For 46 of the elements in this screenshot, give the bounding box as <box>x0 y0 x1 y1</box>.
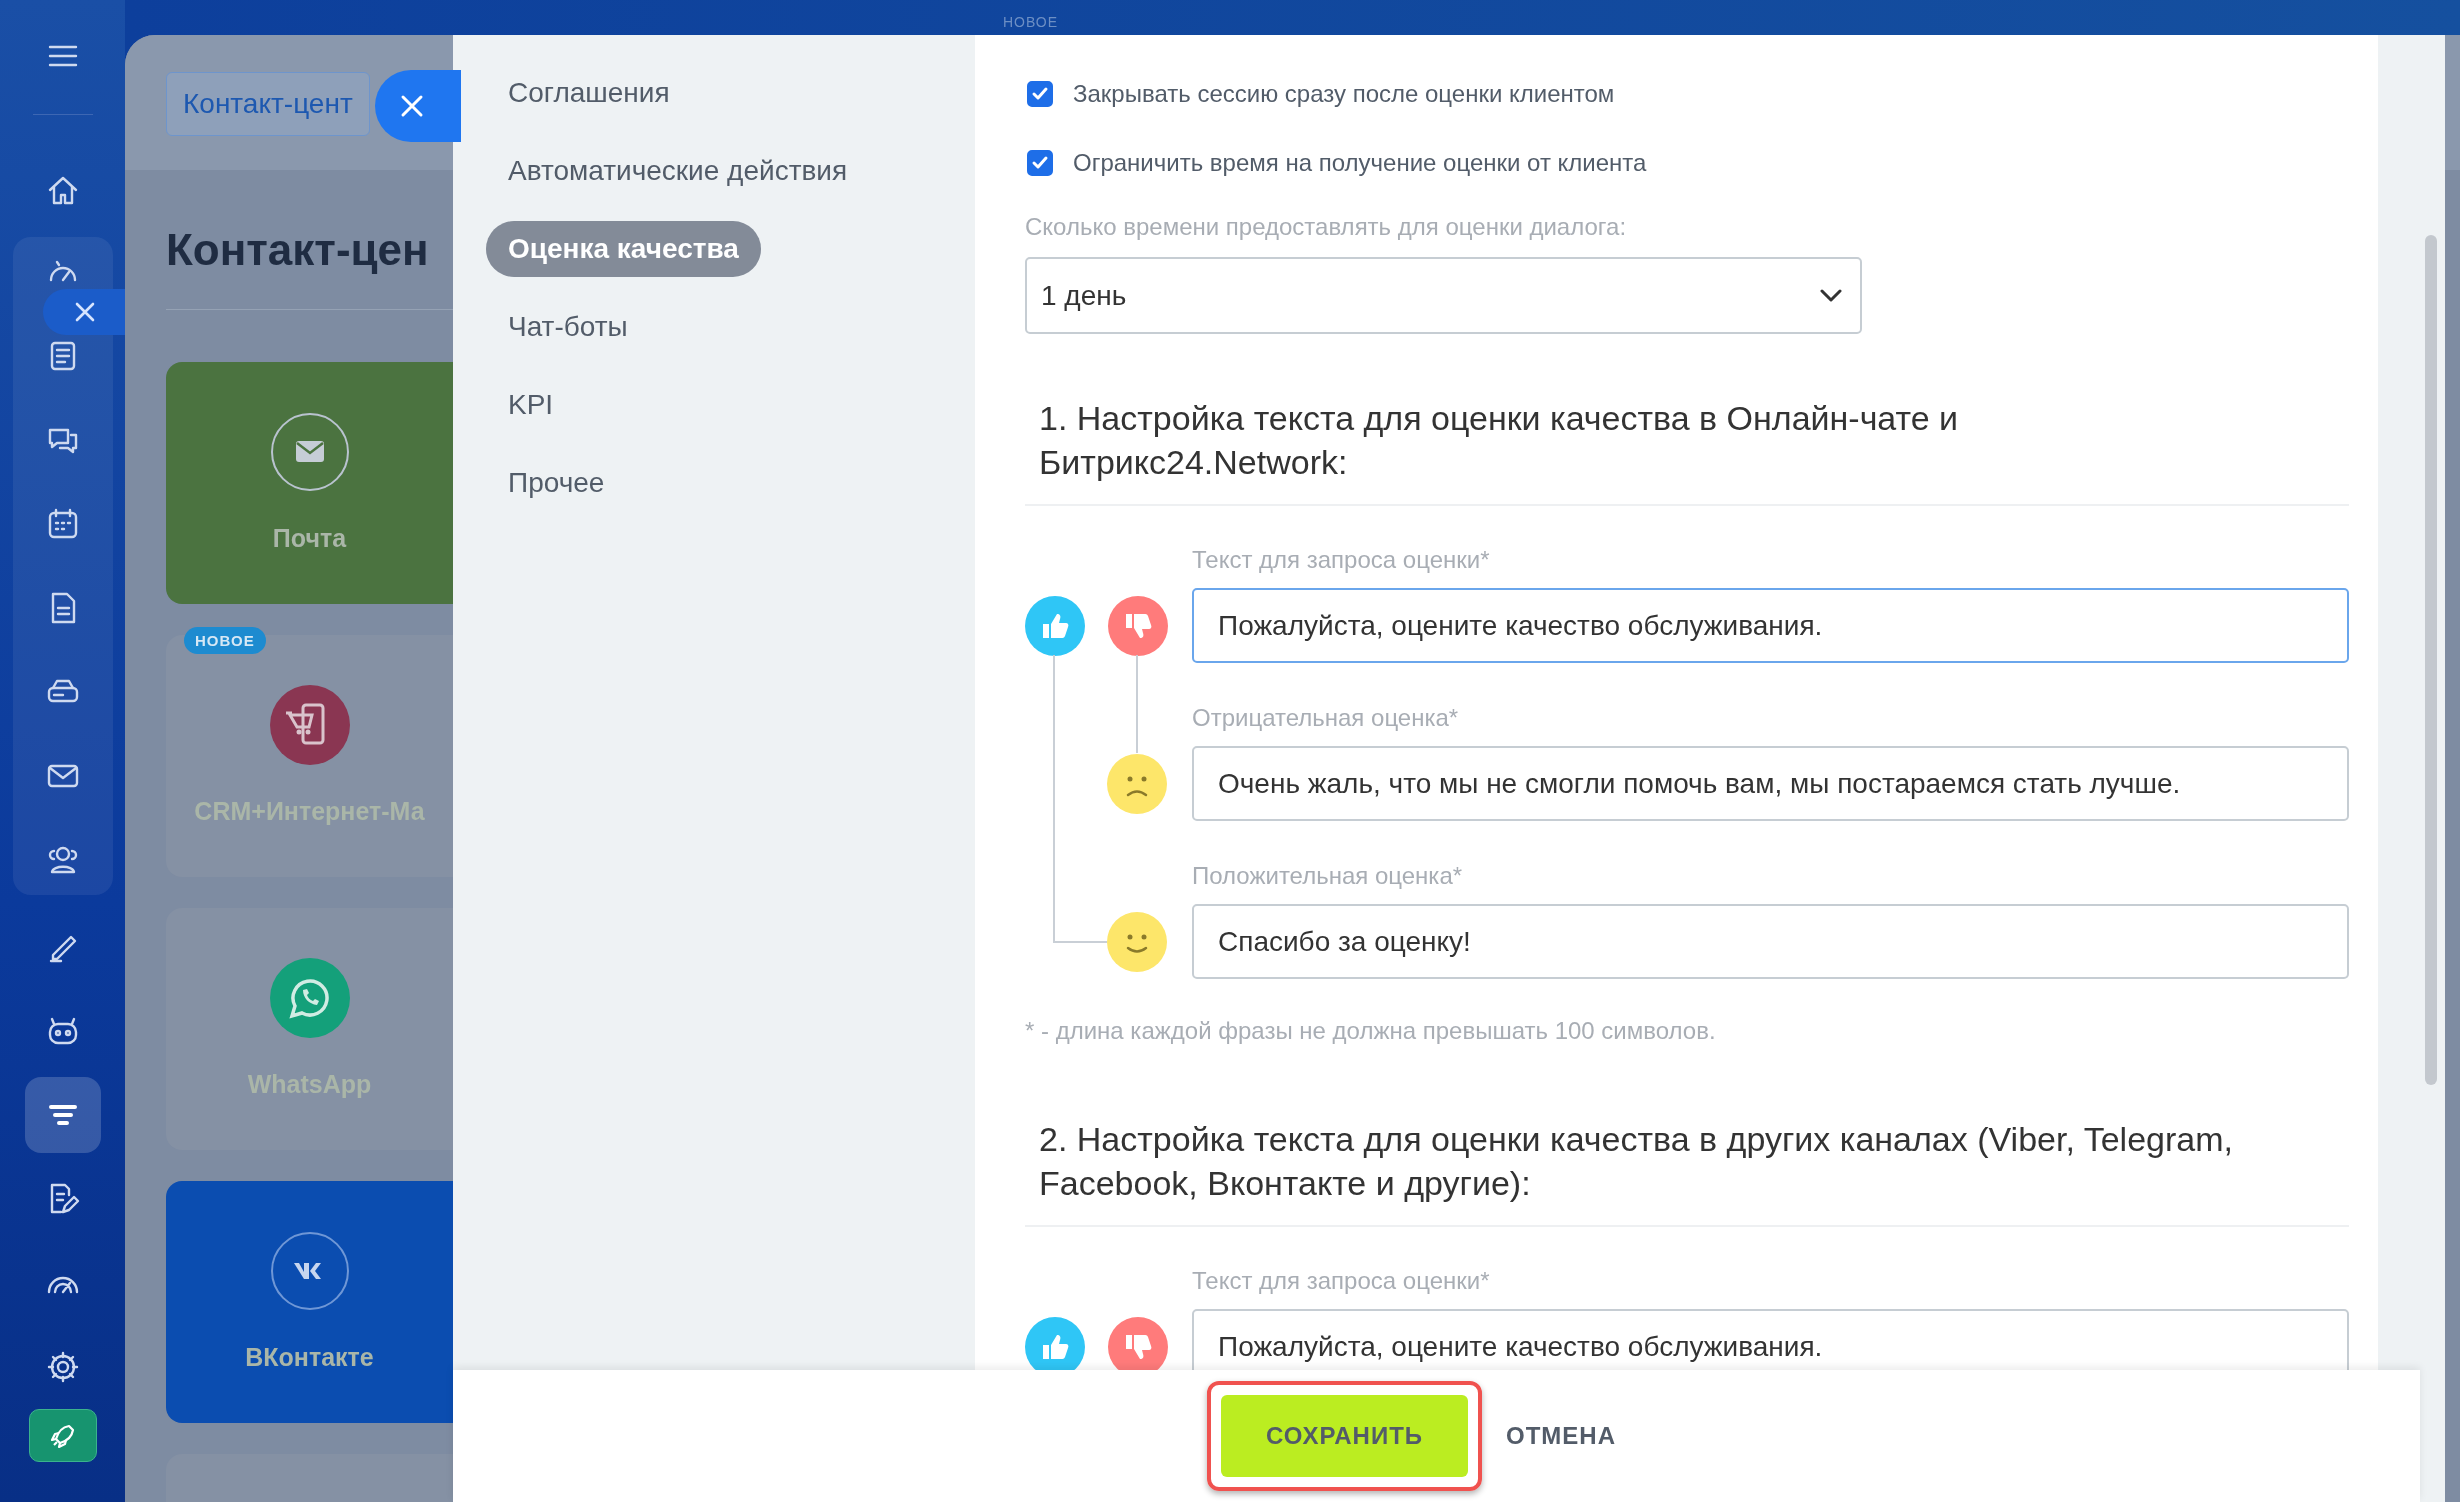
menu-item[interactable]: Оценка качества <box>486 221 761 277</box>
new-badge: НОВОЕ <box>184 627 266 654</box>
close-button[interactable] <box>43 289 125 335</box>
text-field[interactable]: Пожалуйста, оцените качество обслуживания. <box>1192 588 2349 663</box>
menu-item[interactable]: Автоматические действия <box>486 143 870 199</box>
checkbox[interactable] <box>1027 81 1053 107</box>
thumbs-up-icon <box>1025 595 1085 656</box>
sad-face-icon <box>1107 753 1167 814</box>
logo-icon <box>269 1231 350 1311</box>
field-label: Отрицательная оценка* <box>1192 703 1460 733</box>
section-heading: 2. Настройка текста для оценки качества в других каналах (Viber, Telegram, Facebook, Вконтакте и другие): <box>1038 1119 2234 1204</box>
smiley-face-icon <box>1107 911 1167 972</box>
chevron-down-icon <box>1820 288 1842 303</box>
menu-item[interactable]: Чат-боты <box>486 299 650 355</box>
menu-item[interactable]: Соглашения <box>486 65 692 121</box>
text-field[interactable]: Пожалуйста, оцените качество обслуживания. <box>1192 1309 2349 1370</box>
cancel-button[interactable]: ОТМЕНА <box>1496 1412 1626 1460</box>
sidebar-item[interactable] <box>28 1409 97 1462</box>
channel-tile[interactable]: ВКонтакте <box>166 1181 453 1423</box>
close-icon <box>399 93 425 119</box>
field-label: Текст для запроса оценки* <box>1192 1266 1491 1296</box>
option-label: Закрывать сессию сразу после оценки клиентом <box>1073 80 1615 108</box>
menu-item[interactable]: Прочее <box>486 455 627 511</box>
phone-cart-icon <box>269 685 350 765</box>
tile-label: Почта <box>272 524 347 553</box>
save-button[interactable]: СОХРАНИТЬ <box>1221 1395 1468 1477</box>
menu-item[interactable]: KPI <box>486 377 576 433</box>
new-label: НОВОЕ <box>1003 14 1059 30</box>
phone-bubble-icon <box>269 958 350 1038</box>
field-label: Сколько времени предоставлять для оценки диалога: <box>1025 213 1628 241</box>
envelope-icon <box>269 412 350 492</box>
footnote: * - длина каждой фразы не должна превышать 100 символов. <box>1025 1017 1717 1045</box>
field-label: Положительная оценка* <box>1192 861 1464 891</box>
field-label: Текст для запроса оценки* <box>1192 545 1491 575</box>
tile-label: ВКонтакте <box>245 1343 374 1372</box>
checkbox[interactable] <box>1027 150 1053 176</box>
sidebar-item[interactable] <box>24 1077 101 1153</box>
section-heading: 1. Настройка текста для оценки качества в Онлайн-чате и Битрикс24.Network: <box>1038 398 1960 483</box>
close-icon <box>73 300 97 324</box>
text-field[interactable]: Очень жаль, что мы не смогли помочь вам, мы постараемся стать лучше. <box>1192 746 2349 821</box>
text-field[interactable]: Спасибо за оценку! <box>1192 904 2349 979</box>
thumbs-down-icon <box>1108 595 1168 656</box>
option-label: Ограничить время на получение оценки от клиента <box>1073 149 1647 177</box>
scrollbar[interactable] <box>2425 235 2437 1085</box>
dropdown-value: 1 день <box>1041 279 1127 312</box>
time-dropdown[interactable]: 1 день <box>1025 257 1862 334</box>
